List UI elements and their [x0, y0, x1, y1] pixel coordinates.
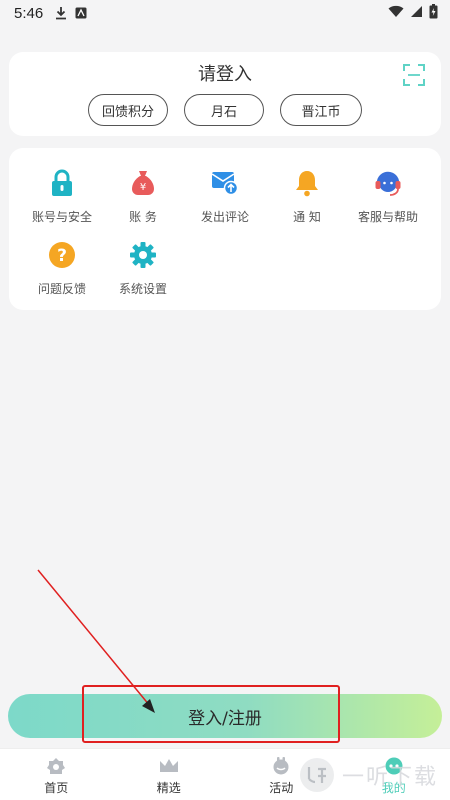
mail-upload-icon	[210, 168, 240, 198]
svg-text:?: ?	[57, 246, 67, 266]
scan-icon[interactable]	[403, 64, 425, 86]
lock-icon	[47, 168, 77, 198]
currency-pills: 回馈积分 月石 晋江币	[9, 94, 441, 126]
menu-item-label: 问题反馈	[37, 282, 86, 296]
menu-item-label: 发出评论	[200, 210, 249, 224]
menu-item-support-help[interactable]: 客服与帮助	[345, 168, 431, 232]
watermark-logo-icon	[300, 758, 334, 792]
home-icon	[46, 757, 66, 775]
function-menu-card: 账号与安全 ¥ 账 务 发出评论 通 知 客服与帮助 ? 问题反馈 系统设置	[9, 148, 441, 310]
tab-label: 精选	[156, 781, 181, 795]
menu-item-label: 账号与安全	[31, 210, 92, 224]
menu-item-my-comments[interactable]: 发出评论	[182, 168, 268, 232]
menu-item-label: 账 务	[129, 210, 157, 224]
menu-item-billing[interactable]: ¥ 账 务	[100, 168, 186, 232]
svg-text:¥: ¥	[140, 182, 146, 193]
menu-item-notifications[interactable]: 通 知	[264, 168, 350, 232]
moonstone-button[interactable]: 月石	[184, 94, 264, 126]
gear-icon	[128, 240, 158, 270]
menu-item-account-security[interactable]: 账号与安全	[19, 168, 105, 232]
tab-featured[interactable]: 精选	[113, 749, 226, 800]
login-prompt-title[interactable]: 请登入	[9, 60, 441, 86]
menu-item-system-settings[interactable]: 系统设置	[100, 240, 186, 304]
feedback-points-button[interactable]: 回馈积分	[88, 94, 168, 126]
signal-icon	[410, 5, 423, 22]
headset-icon	[373, 168, 403, 198]
jinjiang-coin-button[interactable]: 晋江币	[280, 94, 362, 126]
question-icon: ?	[47, 240, 77, 270]
status-time: 5:46	[14, 4, 44, 22]
login-card: 请登入 回馈积分 月石 晋江币	[9, 52, 441, 136]
app-notification-icon	[75, 7, 87, 19]
menu-item-label: 通 知	[293, 210, 321, 224]
menu-item-label: 系统设置	[118, 282, 167, 296]
crown-icon	[159, 757, 179, 775]
download-icon	[55, 6, 67, 20]
activity-icon	[271, 757, 291, 775]
status-bar: 5:46	[0, 0, 450, 26]
tab-home[interactable]: 首页	[0, 749, 113, 800]
bell-icon	[292, 168, 322, 198]
annotation-highlight-box	[82, 685, 340, 743]
tab-label: 活动	[269, 781, 294, 795]
watermark-text: 一听下载	[342, 765, 439, 790]
battery-charging-icon	[429, 3, 438, 23]
wifi-icon	[388, 5, 404, 22]
watermark: 一听下载	[300, 758, 438, 792]
money-bag-icon: ¥	[128, 168, 158, 198]
menu-item-label: 客服与帮助	[357, 210, 418, 224]
menu-item-feedback[interactable]: ? 问题反馈	[19, 240, 105, 304]
tab-label: 首页	[44, 781, 69, 795]
